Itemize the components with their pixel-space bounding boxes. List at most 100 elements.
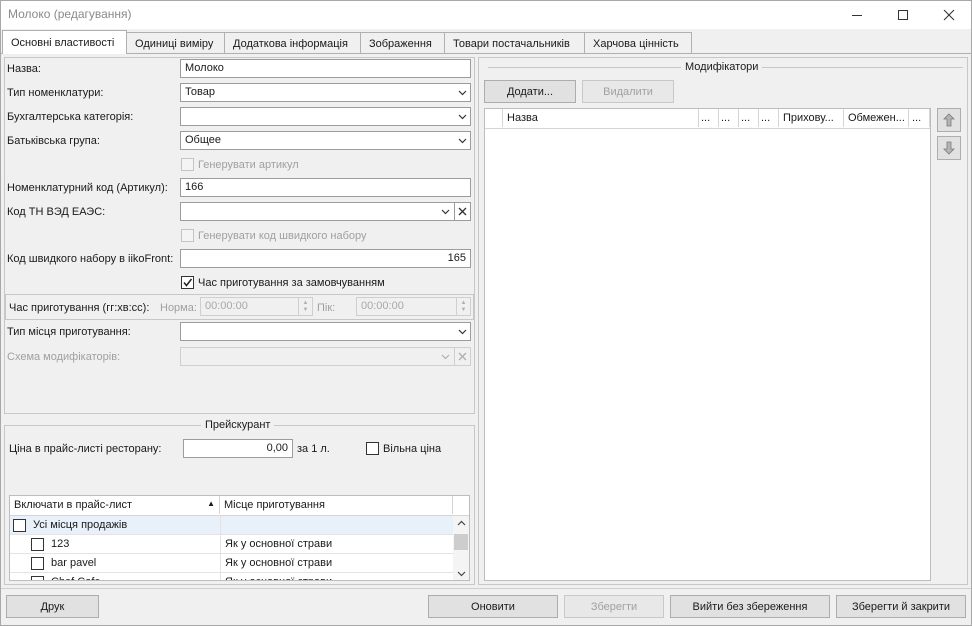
- col-limit[interactable]: Обмежен...: [844, 109, 909, 127]
- parent-group-select[interactable]: Общее: [180, 131, 471, 150]
- col-include[interactable]: Включати в прайс-лист ▲: [10, 496, 220, 514]
- save-button[interactable]: Зберегти: [564, 595, 664, 618]
- modifiers-grid: Назва ... ... ... ... Прихову... Обмежен…: [484, 108, 931, 581]
- pricelist-grid-header: Включати в прайс-лист ▲ Місце приготуван…: [10, 496, 469, 516]
- chevron-down-icon[interactable]: [454, 323, 470, 340]
- clear-icon[interactable]: [454, 348, 470, 365]
- col-place[interactable]: Місце приготування: [220, 496, 453, 514]
- quick-code-label: Код швидкого набору в iikoFront:: [7, 253, 174, 265]
- close-button[interactable]: [926, 1, 972, 29]
- sort-up-icon: ▲: [207, 499, 215, 508]
- row-name: 123: [51, 538, 70, 550]
- row-checkbox[interactable]: [31, 576, 44, 580]
- scroll-up-icon[interactable]: [457, 518, 466, 528]
- chevron-down-icon[interactable]: [437, 348, 453, 365]
- maximize-icon: [898, 10, 908, 20]
- tab-nutrition[interactable]: Харчова цінність: [584, 32, 692, 54]
- generate-article-label: Генерувати артикул: [198, 159, 299, 171]
- delete-modifier-button[interactable]: Видалити: [582, 80, 674, 103]
- tab-divider: [1, 53, 971, 54]
- tab-units[interactable]: Одиниці виміру: [126, 32, 225, 54]
- check-icon: [183, 278, 193, 287]
- arrow-down-icon: [943, 141, 955, 155]
- row-checkbox[interactable]: [31, 538, 44, 551]
- maximize-button[interactable]: [880, 1, 926, 29]
- col-include-label: Включати в прайс-лист: [14, 499, 133, 511]
- chevron-down-icon[interactable]: [454, 132, 470, 149]
- peak-time-value: 00:00:00: [361, 300, 404, 312]
- col-hidden-5[interactable]: ...: [909, 109, 930, 127]
- article-label: Номенклатурний код (Артикул):: [7, 182, 168, 194]
- modifier-scheme-label: Схема модифікаторів:: [7, 351, 121, 363]
- tab-main-properties[interactable]: Основні властивості: [2, 30, 127, 54]
- exit-without-save-button[interactable]: Вийти без збереження: [670, 595, 830, 618]
- window-title: Молоко (редагування): [8, 7, 132, 21]
- chevron-down-icon[interactable]: [454, 108, 470, 125]
- pricelist-scrollbar[interactable]: [453, 516, 469, 580]
- print-button[interactable]: Друк: [6, 595, 99, 618]
- row-checkbox[interactable]: [31, 557, 44, 570]
- type-label: Тип номенклатури:: [7, 87, 104, 99]
- refresh-button[interactable]: Оновити: [428, 595, 558, 618]
- move-down-button[interactable]: [937, 136, 961, 160]
- arrow-up-icon: [943, 113, 955, 127]
- col-hidden-1[interactable]: ...: [699, 109, 719, 127]
- modifier-scheme-select[interactable]: [180, 347, 471, 366]
- pricelist-title: Прейскурант: [201, 419, 275, 431]
- tnved-select[interactable]: [180, 202, 471, 221]
- col-hide[interactable]: Прихову...: [779, 109, 844, 127]
- norm-label: Норма:: [160, 302, 197, 314]
- row-name: Chef Cafe: [47, 573, 219, 580]
- free-price-checkbox[interactable]: [366, 442, 379, 455]
- scroll-thumb[interactable]: [454, 534, 468, 550]
- type-select[interactable]: Товар: [180, 83, 471, 102]
- table-row[interactable]: Chef Cafe Як у основної страви: [10, 573, 453, 580]
- clear-icon[interactable]: [454, 203, 470, 220]
- cook-place-select[interactable]: [180, 322, 471, 341]
- modifiers-title: Модифікатори: [681, 61, 763, 73]
- cook-time-label: Час приготування (гг:хв:сс):: [9, 302, 150, 314]
- spinner-icon[interactable]: ▲ ▼: [456, 298, 470, 315]
- col-hidden-4[interactable]: ...: [759, 109, 779, 127]
- tab-images[interactable]: Зображення: [360, 32, 445, 54]
- save-and-close-button[interactable]: Зберегти й закрити: [836, 595, 966, 618]
- table-row[interactable]: bar pavel Як у основної страви: [10, 554, 453, 573]
- generate-quick-code-checkbox[interactable]: [181, 229, 194, 242]
- price-input[interactable]: 0,00: [183, 439, 293, 458]
- add-modifier-button[interactable]: Додати...: [484, 80, 576, 103]
- tab-additional-info[interactable]: Додаткова інформація: [224, 32, 361, 54]
- col-name[interactable]: Назва: [503, 109, 699, 127]
- peak-label: Пік:: [317, 302, 336, 314]
- spinner-icon[interactable]: ▲ ▼: [298, 298, 312, 315]
- table-row[interactable]: 123 Як у основної страви: [10, 535, 453, 554]
- peak-time-input[interactable]: 00:00:00 ▲ ▼: [356, 297, 471, 316]
- table-row[interactable]: Усі місця продажів: [10, 516, 453, 535]
- tab-supplier-goods[interactable]: Товари постачальників: [444, 32, 585, 54]
- col-hidden-2[interactable]: ...: [719, 109, 739, 127]
- norm-time-input[interactable]: 00:00:00 ▲ ▼: [200, 297, 313, 316]
- name-input[interactable]: Молоко: [180, 59, 471, 78]
- col-hidden-3[interactable]: ...: [739, 109, 759, 127]
- accounting-category-select[interactable]: [180, 107, 471, 126]
- chevron-down-icon[interactable]: [437, 203, 453, 220]
- generate-article-checkbox[interactable]: [181, 158, 194, 171]
- minimize-button[interactable]: [834, 1, 880, 29]
- quick-code-input[interactable]: 165: [180, 249, 471, 268]
- generate-quick-code-label: Генерувати код швидкого набору: [198, 230, 367, 242]
- scroll-down-icon[interactable]: [457, 568, 466, 580]
- name-label: Назва:: [7, 63, 41, 75]
- row-checkbox[interactable]: [13, 519, 26, 532]
- article-input[interactable]: 166: [180, 178, 471, 197]
- price-unit-label: за 1 л.: [297, 443, 330, 455]
- close-icon: [943, 9, 955, 21]
- default-cook-time-label: Час приготування за замовчуванням: [198, 277, 385, 289]
- move-up-button[interactable]: [937, 108, 961, 132]
- default-cook-time-checkbox[interactable]: [181, 276, 194, 289]
- parent-group-label: Батьківська група:: [7, 135, 100, 147]
- row-name: bar pavel: [51, 557, 97, 569]
- price-label: Ціна в прайс-листі ресторану:: [9, 443, 162, 455]
- cook-place-label: Тип місця приготування:: [7, 326, 131, 338]
- chevron-down-icon[interactable]: [454, 84, 470, 101]
- pricelist-grid: Включати в прайс-лист ▲ Місце приготуван…: [9, 495, 470, 581]
- bottom-divider: [0, 588, 972, 589]
